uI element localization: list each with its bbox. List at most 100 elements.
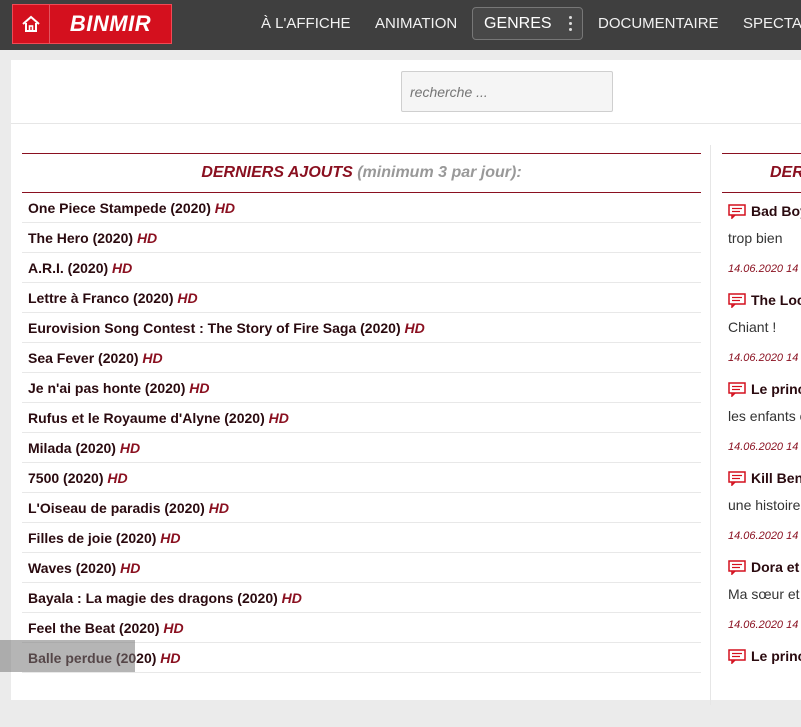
comment-icon — [728, 470, 751, 486]
movie-list-item[interactable]: Bayala : La magie des dragons (2020) HD — [22, 583, 701, 613]
movie-list-item[interactable]: Filles de joie (2020) HD — [22, 523, 701, 553]
quality-badge: HD — [120, 560, 141, 576]
comment-list: Bad Boy trop bien 14.06.2020 14 The Loc Chia… — [722, 193, 801, 727]
movie-title: Sea Fever (2020) — [28, 350, 139, 366]
comment-item: Kill Ben une histoire 14.06.2020 14 — [722, 460, 801, 549]
comment-movie-title: Le princ — [751, 648, 801, 664]
quality-badge: HD — [119, 440, 141, 456]
movie-list-item[interactable]: Eurovision Song Contest : The Story of F… — [22, 313, 701, 343]
movie-list-item[interactable]: A.R.I. (2020) HD — [22, 253, 701, 283]
movie-title: A.R.I. (2020) — [28, 260, 109, 276]
movie-list-item[interactable]: L'Oiseau de paradis (2020) HD — [22, 493, 701, 523]
movie-list-item[interactable]: Rufus et le Royaume d'Alyne (2020) HD — [22, 403, 701, 433]
comment-text: Chiant ! — [728, 319, 777, 335]
quality-badge: HD — [112, 260, 133, 276]
comment-date: 14.06.2020 14 — [728, 619, 799, 631]
movie-list-item[interactable]: Lettre à Franco (2020) HD — [22, 283, 701, 313]
column-divider — [710, 145, 711, 705]
latest-additions: DERNIERS AJOUTS (minimum 3 par jour): On… — [22, 153, 701, 673]
search-input[interactable] — [401, 71, 613, 112]
nav-item-documentaire[interactable]: DOCUMENTAIRE — [598, 0, 719, 48]
comment-movie-title: Kill Ben — [751, 470, 801, 486]
search-bar-area — [11, 60, 801, 124]
comment-icon — [728, 203, 751, 219]
movie-title: Rufus et le Royaume d'Alyne (2020) — [28, 410, 265, 426]
comment-date: 14.06.2020 14 — [728, 530, 799, 542]
comment-movie-link[interactable]: The Loc — [728, 290, 801, 310]
movie-title: 7500 (2020) — [28, 470, 104, 486]
movie-list-item[interactable]: Sea Fever (2020) HD — [22, 343, 701, 373]
quality-badge: HD — [163, 620, 184, 636]
brand-name: BINMIR — [69, 11, 152, 36]
movie-list-item[interactable]: 7500 (2020) HD — [22, 463, 701, 493]
quality-badge: HD — [281, 590, 302, 606]
movie-list-item[interactable]: Je n'ai pas honte (2020) HD — [22, 373, 701, 403]
home-icon[interactable] — [13, 5, 50, 43]
comment-movie-title: Bad Boy — [751, 203, 801, 219]
comment-text: Ma sœur et — [728, 586, 800, 602]
quality-badge: HD — [107, 470, 128, 486]
quality-badge: HD — [160, 530, 181, 546]
top-navbar: BINMIR À L'AFFICHE ANIMATION GENRES DOCU… — [0, 0, 801, 50]
latest-additions-subtitle: (minimum 3 par jour): — [357, 164, 522, 181]
brand-logo[interactable]: BINMIR — [12, 4, 172, 44]
comment-movie-link[interactable]: Le princ — [728, 379, 801, 399]
comment-item: The Loc Chiant ! 14.06.2020 14 — [722, 282, 801, 371]
movie-title: Feel the Beat (2020) — [28, 620, 160, 636]
content-panel: DERNIERS AJOUTS (minimum 3 par jour): On… — [11, 60, 801, 705]
quality-badge: HD — [214, 200, 235, 216]
movie-title: L'Oiseau de paradis (2020) — [28, 500, 205, 516]
comment-movie-link[interactable]: Bad Boy — [728, 201, 801, 221]
comment-icon — [728, 559, 751, 575]
latest-comments: DER Bad Boytrop bien14.06.2020 14The Loc… — [722, 153, 801, 727]
nav-genres-label: GENRES — [484, 15, 552, 32]
comment-item: Le princ — [722, 638, 801, 727]
comment-movie-title: Dora et — [751, 559, 800, 575]
kebab-menu-icon — [569, 16, 572, 34]
comment-movie-link[interactable]: Le princ — [728, 646, 801, 666]
nav-item-spectacle[interactable]: SPECTA — [743, 0, 801, 48]
quality-badge: HD — [160, 650, 181, 666]
movie-list-item[interactable]: The Hero (2020) HD — [22, 223, 701, 253]
comment-icon — [728, 292, 751, 308]
quality-badge: HD — [208, 500, 229, 516]
comment-text: trop bien — [728, 230, 783, 246]
movie-title: Filles de joie (2020) — [28, 530, 157, 546]
quality-badge: HD — [136, 230, 158, 246]
comment-movie-title: The Loc — [751, 292, 801, 308]
movie-list-item[interactable]: Feel the Beat (2020) HD — [22, 613, 701, 643]
quality-badge: HD — [268, 410, 289, 426]
movie-title: One Piece Stampede (2020) — [28, 200, 211, 216]
movie-title: The Hero (2020) — [28, 230, 134, 246]
movie-list-item[interactable]: One Piece Stampede (2020) HD — [22, 193, 701, 223]
latest-additions-title: DERNIERS AJOUTS — [201, 164, 353, 181]
quality-badge: HD — [142, 350, 163, 366]
quality-badge: HD — [189, 380, 210, 396]
comment-movie-link[interactable]: Kill Ben — [728, 468, 801, 488]
latest-additions-heading: DERNIERS AJOUTS (minimum 3 par jour): — [22, 153, 701, 193]
quality-badge: HD — [404, 320, 425, 336]
movie-list-item[interactable]: Milada (2020) HD — [22, 433, 701, 463]
nav-item-a-laffiche[interactable]: À L'AFFICHE — [261, 0, 351, 48]
latest-comments-heading: DER — [722, 153, 801, 193]
latest-comments-title: DER — [770, 164, 801, 181]
quality-badge: HD — [177, 290, 198, 306]
comment-item: Dora et Ma sœur et 14.06.2020 14 — [722, 549, 801, 638]
movie-title: Milada (2020) — [28, 440, 116, 456]
movie-title: Eurovision Song Contest : The Story of F… — [28, 320, 401, 336]
movie-title: Bayala : La magie des dragons (2020) — [28, 590, 278, 606]
movie-title: Waves (2020) — [28, 560, 117, 576]
comment-item: Le princ les enfants o 14.06.2020 14 — [722, 371, 801, 460]
nav-item-animation[interactable]: ANIMATION — [375, 0, 457, 48]
comment-movie-link[interactable]: Dora et — [728, 557, 799, 577]
comment-icon — [728, 381, 751, 397]
comment-icon — [728, 648, 751, 664]
movie-list: One Piece Stampede (2020) HD The Hero (20… — [22, 193, 701, 673]
nav-genres-dropdown[interactable]: GENRES — [472, 7, 583, 40]
horizontal-scrollbar-thumb[interactable] — [0, 640, 135, 672]
movie-list-item[interactable]: Waves (2020) HD — [22, 553, 701, 583]
comment-text: une histoire — [728, 497, 801, 513]
movie-title: Je n'ai pas honte (2020) — [28, 380, 186, 396]
comment-movie-title: Le princ — [751, 381, 801, 397]
comment-date: 14.06.2020 14 — [728, 352, 799, 364]
